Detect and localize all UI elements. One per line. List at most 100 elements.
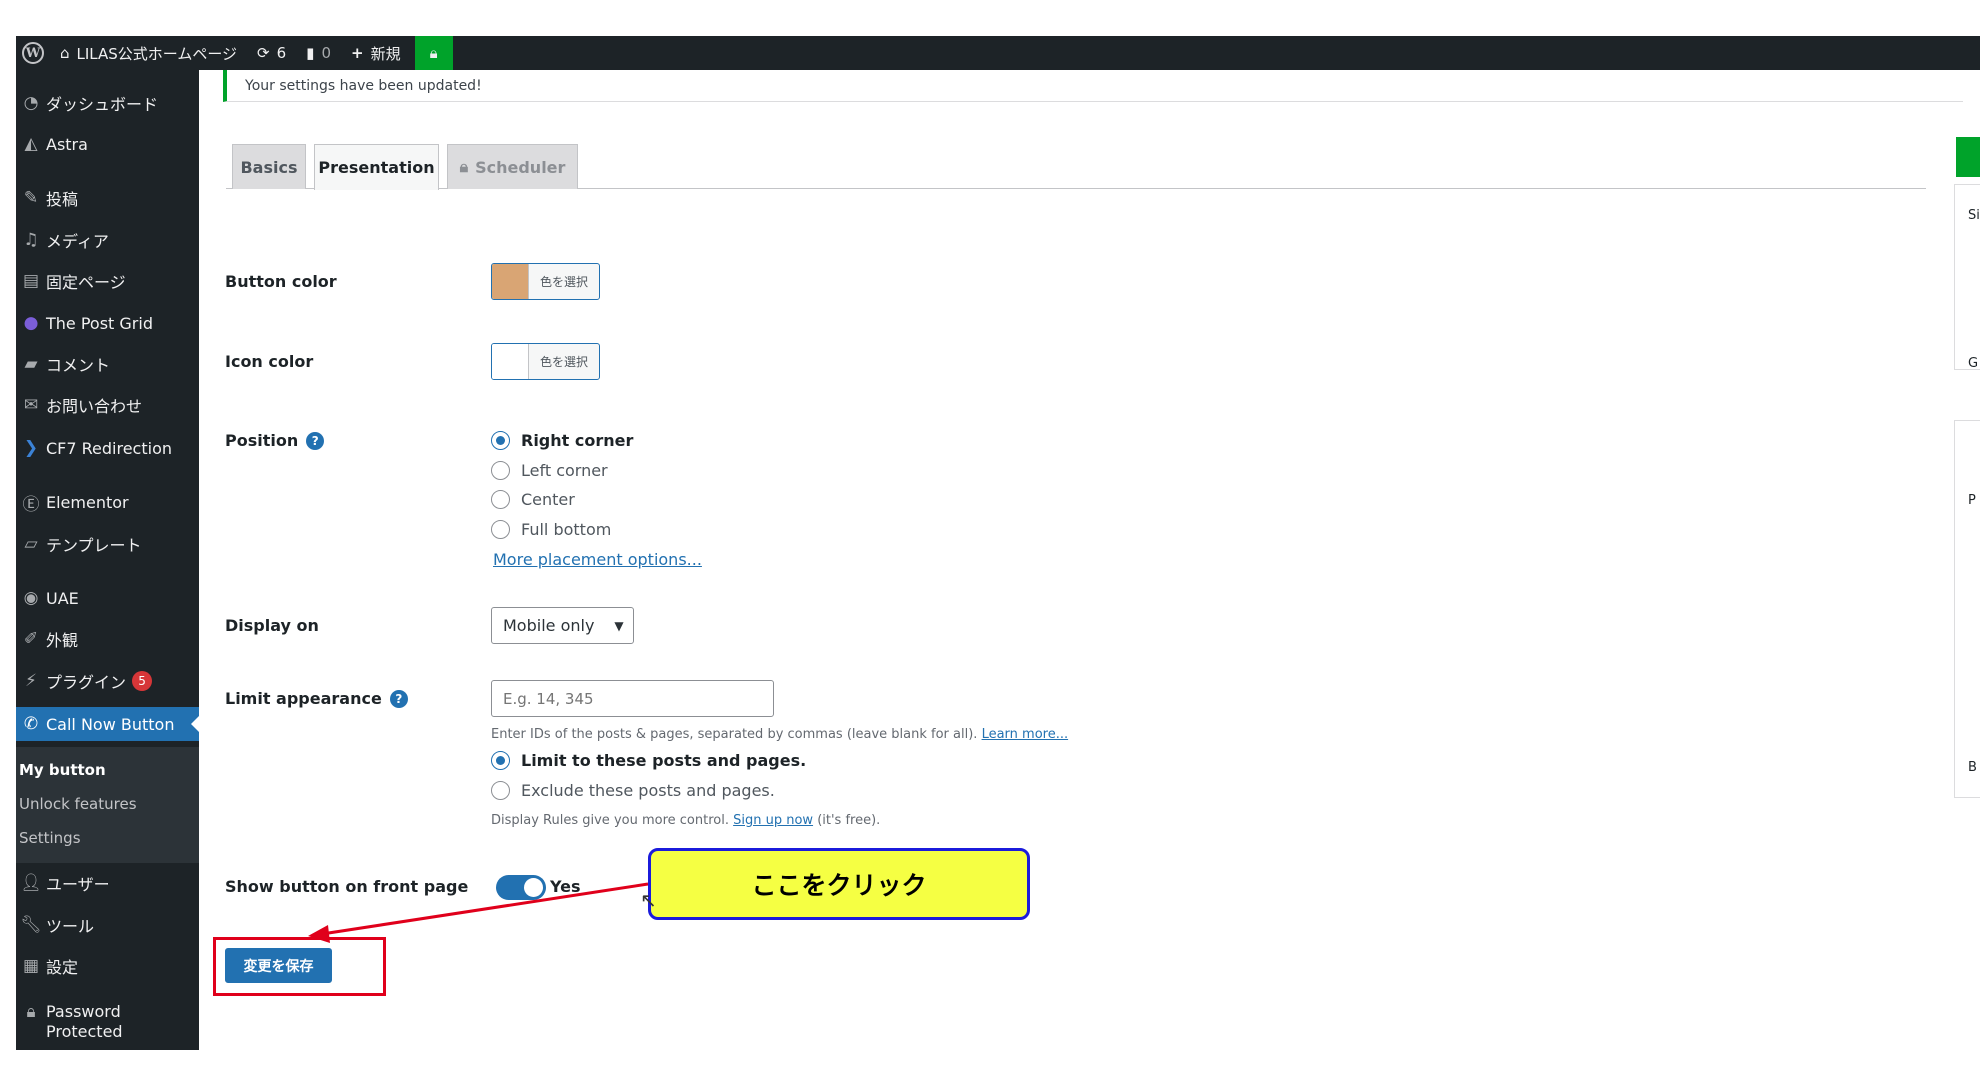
settings-updated-notice: Your settings have been updated! (223, 70, 1963, 102)
sidebar-item-dashboard[interactable]: ◔ ダッシュボード (16, 86, 199, 120)
updates-menu[interactable]: ⟳ 6 (247, 36, 296, 70)
sidebar-item-elementor[interactable]: Ⓔ Elementor (16, 485, 199, 519)
sidebar-item-password-protected[interactable]: 🔒︎ Password Protected (16, 1002, 199, 1046)
right-panel-text: Si (1968, 208, 1980, 223)
settings-tabs: Basics Presentation 🔒︎ Scheduler (226, 144, 1926, 190)
uae-icon: ◉ (23, 588, 39, 608)
astra-icon: ◭ (24, 134, 38, 154)
position-option-left-corner[interactable]: Left corner (491, 461, 608, 480)
comments-count: 0 (321, 44, 331, 62)
lock-icon: 🔒︎ (459, 157, 469, 176)
front-page-toggle[interactable] (496, 875, 546, 900)
limit-ids-input[interactable] (491, 680, 774, 717)
lock-icon: 🔒︎ (429, 44, 438, 62)
sidebar-item-settings[interactable]: ▦ 設定 (16, 949, 199, 983)
sidebar-item-plugins[interactable]: ⚡︎ プラグイン 5 (16, 664, 199, 698)
sidebar-item-templates[interactable]: ▱ テンプレート (16, 527, 199, 561)
sidebar-item-media[interactable]: ♫ メディア (16, 223, 199, 257)
radio-button[interactable] (491, 520, 510, 539)
learn-more-link[interactable]: Learn more... (982, 727, 1069, 742)
radio-button[interactable] (491, 461, 510, 480)
radio-button[interactable] (491, 431, 510, 450)
submenu-my-button[interactable]: My button (19, 761, 106, 779)
wordpress-icon: W (22, 42, 44, 64)
limit-option-include[interactable]: Limit to these posts and pages. (491, 751, 806, 770)
position-option-full-bottom[interactable]: Full bottom (491, 520, 611, 539)
notice-text: Your settings have been updated! (245, 77, 482, 94)
folder-icon: ▱ (24, 534, 38, 554)
help-icon[interactable]: ? (306, 431, 325, 450)
brush-icon: ✐ (23, 629, 39, 649)
tab-scheduler[interactable]: 🔒︎ Scheduler (447, 144, 578, 189)
sidebar-item-uae[interactable]: ◉ UAE (16, 581, 199, 615)
annotation-callout: ここをクリック (648, 848, 1030, 920)
icon-color-picker[interactable]: 色を選択 (491, 343, 600, 380)
limit-option-exclude[interactable]: Exclude these posts and pages. (491, 781, 775, 800)
sidebar-item-the-post-grid[interactable]: ● The Post Grid (16, 306, 199, 340)
lock-icon: 🔒︎ (26, 1002, 36, 1022)
wordpress-logo-menu[interactable]: W (16, 36, 50, 70)
help-icon[interactable]: ? (389, 689, 408, 708)
front-page-label: Show button on front page (225, 877, 469, 896)
mouse-cursor-icon: ↖ (640, 888, 657, 912)
screenshot: W ⌂ LILAS公式ホームページ ⟳ 6 ▮ 0 + 新規 🔒︎ ◔ ダッシュ… (0, 0, 1980, 1080)
position-option-right-corner[interactable]: Right corner (491, 431, 633, 450)
call-now-button-submenu: My button Unlock features Settings (16, 747, 199, 863)
sidebar-item-pages[interactable]: ▤ 固定ページ (16, 264, 199, 298)
grid-icon: ● (23, 313, 39, 333)
more-placement-link[interactable]: More placement options... (493, 550, 702, 569)
settings-icon: ▦ (22, 956, 40, 976)
display-on-label: Display on (225, 616, 319, 635)
sidebar-item-comments[interactable]: ▰ コメント (16, 347, 199, 381)
submenu-unlock-features[interactable]: Unlock features (19, 795, 137, 813)
sidebar-item-users[interactable]: 👤︎ ユーザー (16, 866, 199, 900)
comment-icon: ▮ (306, 44, 315, 62)
updates-count: 6 (276, 44, 287, 62)
button-color-picker[interactable]: 色を選択 (491, 263, 600, 300)
radio-button[interactable] (491, 490, 510, 509)
display-on-select[interactable]: Mobile only ▼ (491, 607, 634, 644)
button-color-label: Button color (225, 272, 337, 291)
redirect-icon: ❯ (23, 438, 39, 458)
sign-up-link[interactable]: Sign up now (733, 813, 813, 828)
site-name-menu[interactable]: ⌂ LILAS公式ホームページ (50, 36, 247, 70)
submenu-settings[interactable]: Settings (19, 829, 81, 847)
right-panel-text: B (1968, 760, 1977, 775)
elementor-icon: Ⓔ (22, 494, 40, 515)
comments-menu[interactable]: ▮ 0 (296, 36, 341, 70)
button-color-swatch (492, 264, 529, 299)
sidebar-item-astra[interactable]: ◭ Astra (16, 127, 199, 161)
wrench-icon: 🔧︎ (20, 915, 42, 935)
comment-icon: ▰ (24, 354, 38, 374)
annotation-highlight-box (213, 937, 386, 996)
sidebar-item-posts[interactable]: ✎ 投稿 (16, 181, 199, 215)
tab-basics[interactable]: Basics (232, 144, 306, 189)
right-panel-text: G (1968, 356, 1979, 371)
sidebar-item-tools[interactable]: 🔧︎ ツール (16, 908, 199, 942)
plugin-update-badge: 5 (132, 671, 153, 691)
media-icon: ♫ (23, 230, 39, 250)
right-panel-box-bottom (1954, 420, 1980, 798)
user-icon: 👤︎ (20, 873, 42, 893)
radio-button[interactable] (491, 781, 510, 800)
sidebar-item-appearance[interactable]: ✐ 外観 (16, 622, 199, 656)
chevron-down-icon: ▼ (614, 618, 624, 633)
sidebar-item-cf7-redirection[interactable]: ❯ CF7 Redirection (16, 431, 199, 465)
limit-description: Enter IDs of the posts & pages, separate… (491, 727, 1069, 742)
site-name: LILAS公式ホームページ (76, 44, 238, 63)
position-label: Position ? (225, 431, 325, 450)
refresh-icon: ⟳ (257, 44, 270, 62)
password-protected-status[interactable]: 🔒︎ (414, 36, 453, 70)
front-page-toggle-label: Yes (550, 877, 581, 896)
sidebar-item-contact[interactable]: ✉ お問い合わせ (16, 388, 199, 422)
tab-presentation[interactable]: Presentation (314, 144, 439, 190)
phone-icon: ✆ (23, 714, 39, 734)
right-panel-badge (1956, 137, 1980, 177)
display-rules-description: Display Rules give you more control. Sig… (491, 813, 881, 828)
position-option-center[interactable]: Center (491, 490, 575, 509)
page-icon: ▤ (22, 271, 40, 291)
radio-button[interactable] (491, 751, 510, 770)
sidebar-item-call-now-button[interactable]: ✆ Call Now Button (16, 707, 199, 741)
new-content-menu[interactable]: + 新規 (341, 36, 411, 70)
limit-appearance-label: Limit appearance ? (225, 689, 408, 708)
